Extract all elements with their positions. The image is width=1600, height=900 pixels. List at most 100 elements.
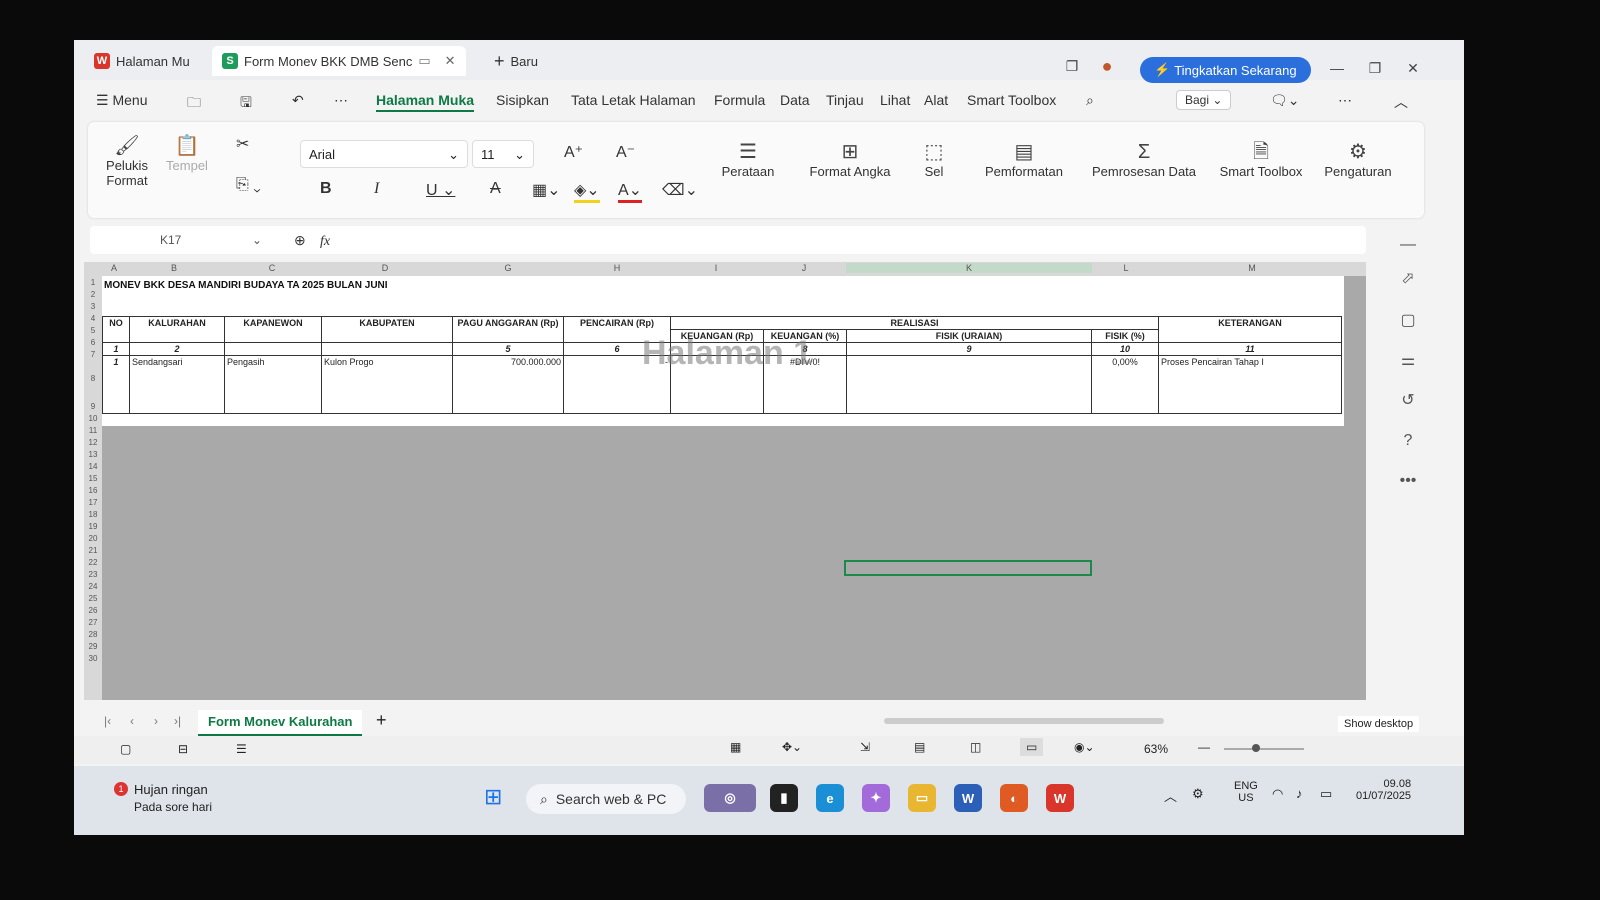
page-layout-icon[interactable]: ▤	[914, 740, 925, 754]
row-header[interactable]: 5	[84, 326, 102, 335]
language-indicator[interactable]: ENG US	[1234, 780, 1258, 804]
tray-app-icon[interactable]: ⚙	[1192, 786, 1204, 802]
collapse-ribbon-icon[interactable]: ︿	[1394, 92, 1408, 112]
smart-toolbox-group[interactable]: 🗎 Smart Toolbox	[1216, 140, 1306, 179]
add-sheet-icon[interactable]: +	[376, 710, 387, 731]
tab-data[interactable]: Data	[780, 92, 810, 108]
status-icon-1[interactable]: ▢	[120, 742, 131, 756]
col-header[interactable]: L	[1092, 263, 1160, 273]
row-header[interactable]: 10	[84, 414, 102, 423]
data-processing-group[interactable]: Σ Pemrosesan Data	[1084, 140, 1204, 179]
row-header[interactable]: 21	[84, 546, 102, 555]
fill-color-icon[interactable]: ◈⌄	[574, 180, 600, 203]
share-button[interactable]: Bagi ⌄	[1176, 90, 1232, 110]
row-header[interactable]: 6	[84, 338, 102, 347]
row-header[interactable]: 8	[84, 374, 102, 383]
col-header[interactable]: H	[564, 263, 670, 273]
tab-formula[interactable]: Formula	[714, 92, 765, 108]
minimize-button[interactable]: —	[1324, 60, 1350, 80]
settings-group[interactable]: ⚙ Pengaturan	[1318, 140, 1398, 179]
row-header[interactable]: 11	[84, 426, 102, 435]
copilot-app-icon[interactable]: ✦	[862, 784, 890, 812]
cut-icon[interactable]: ✂	[236, 134, 249, 154]
prev-sheet-icon[interactable]: ‹	[130, 714, 134, 728]
row-header[interactable]: 15	[84, 474, 102, 483]
zoom-formula-icon[interactable]: ⊕	[294, 226, 306, 254]
help-icon[interactable]: ?	[1396, 432, 1420, 450]
vertical-scrollbar[interactable]	[1364, 272, 1366, 682]
row-header[interactable]: 17	[84, 498, 102, 507]
row-header[interactable]: 27	[84, 618, 102, 627]
col-header[interactable]: J	[762, 263, 846, 273]
borders-icon[interactable]: ▦⌄	[532, 180, 561, 200]
index-cell-empty[interactable]	[224, 342, 322, 356]
wps-app-icon[interactable]: W	[1046, 784, 1074, 812]
status-icon-2[interactable]: ⊟	[178, 742, 188, 756]
spreadsheet-grid[interactable]: A B C D G H I J K L M 1 2 3 4 5 6 7 8 9 10 11 12 13 1…	[84, 262, 1366, 700]
page-break-view-icon[interactable]: ▭	[1020, 738, 1044, 756]
widget-app-icon[interactable]: ◎	[704, 784, 756, 812]
zoom-level[interactable]: 63%	[1144, 742, 1168, 756]
row-header[interactable]: 23	[84, 570, 102, 579]
row-header[interactable]: 19	[84, 522, 102, 531]
formula-input[interactable]: ⊕ fx	[290, 226, 1390, 254]
cell-fisik-pct[interactable]: 0,00%	[1091, 355, 1159, 414]
index-cell[interactable]: 9	[846, 342, 1092, 356]
row-header[interactable]: 25	[84, 594, 102, 603]
wifi-icon[interactable]: ◠	[1272, 786, 1283, 802]
format-painter-button[interactable]: 🖌 Pelukis Format	[104, 134, 150, 188]
sheet-tab-active[interactable]: Form Monev Kalurahan	[198, 710, 363, 736]
tab-halaman-muka[interactable]: Halaman Muka	[376, 92, 475, 112]
strikethrough-icon[interactable]: A	[490, 180, 501, 198]
row-header[interactable]: 1	[84, 278, 102, 287]
close-window-button[interactable]: ✕	[1400, 60, 1426, 80]
zoom-slider[interactable]	[1224, 748, 1304, 750]
index-cell[interactable]: 11	[1158, 342, 1342, 356]
sheet-content[interactable]: MONEV BKK DESA MANDIRI BUDAYA TA 2025 BU…	[102, 276, 1344, 426]
undo-icon[interactable]: ↶	[292, 92, 304, 109]
row-header[interactable]: 29	[84, 642, 102, 651]
cell-kabupaten[interactable]: Kulon Progo	[321, 355, 453, 414]
alignment-group[interactable]: ☰ Perataan	[708, 140, 788, 179]
number-format-group[interactable]: ⊞ Format Angka	[800, 140, 900, 179]
row-header[interactable]: 2	[84, 290, 102, 299]
copy-icon[interactable]: ⎘ ⌄	[236, 176, 261, 194]
open-folder-icon[interactable]: 🗀	[187, 92, 201, 116]
row-header[interactable]: 28	[84, 630, 102, 639]
row-header[interactable]: 30	[84, 654, 102, 663]
tab-smart-toolbox[interactable]: Smart Toolbox	[967, 92, 1056, 108]
row-header[interactable]: 22	[84, 558, 102, 567]
row-header[interactable]: 18	[84, 510, 102, 519]
row-header[interactable]: 20	[84, 534, 102, 543]
menu-button[interactable]: ☰ Menu	[96, 92, 147, 109]
cell-no[interactable]: 1	[102, 355, 130, 414]
next-sheet-icon[interactable]: ›	[154, 714, 158, 728]
font-color-icon[interactable]: A⌄	[618, 180, 643, 203]
more-options-icon[interactable]: •••	[1396, 472, 1420, 490]
col-header[interactable]: A	[108, 263, 120, 273]
normal-view-icon[interactable]: ▦	[730, 740, 741, 754]
tab-tinjau[interactable]: Tinjau	[826, 92, 864, 108]
word-app-icon[interactable]: W	[954, 784, 982, 812]
terminal-app-icon[interactable]: ▮	[770, 784, 798, 812]
row-header[interactable]: 26	[84, 606, 102, 615]
row-header[interactable]: 4	[84, 314, 102, 323]
font-name-select[interactable]: Arial ⌄	[300, 140, 468, 168]
volume-icon[interactable]: ♪	[1296, 786, 1303, 801]
firefox-app-icon[interactable]: ◐	[1000, 784, 1028, 812]
index-cell[interactable]: 2	[129, 342, 225, 356]
underline-icon[interactable]: U ⌄	[426, 180, 455, 200]
formatting-group[interactable]: ▤ Pemformatan	[974, 140, 1074, 179]
clock[interactable]: 09.08 01/07/2025	[1356, 778, 1411, 802]
tab-spreadsheet[interactable]: S Form Monev BKK DMB Senc ▭ ✕	[212, 46, 466, 76]
row-header[interactable]: 12	[84, 438, 102, 447]
horizontal-scrollbar[interactable]	[884, 718, 1164, 724]
first-sheet-icon[interactable]: |‹	[104, 714, 111, 728]
tab-home[interactable]: W Halaman Mu	[84, 46, 200, 76]
index-cell[interactable]: 5	[452, 342, 564, 356]
tab-tata-letak[interactable]: Tata Letak Halaman	[571, 92, 696, 108]
col-header[interactable]: D	[320, 263, 450, 273]
collapse-panel-icon[interactable]: —	[1396, 236, 1420, 254]
cell-group[interactable]: ⬚ Sel	[914, 140, 954, 179]
row-header[interactable]: 3	[84, 302, 102, 311]
